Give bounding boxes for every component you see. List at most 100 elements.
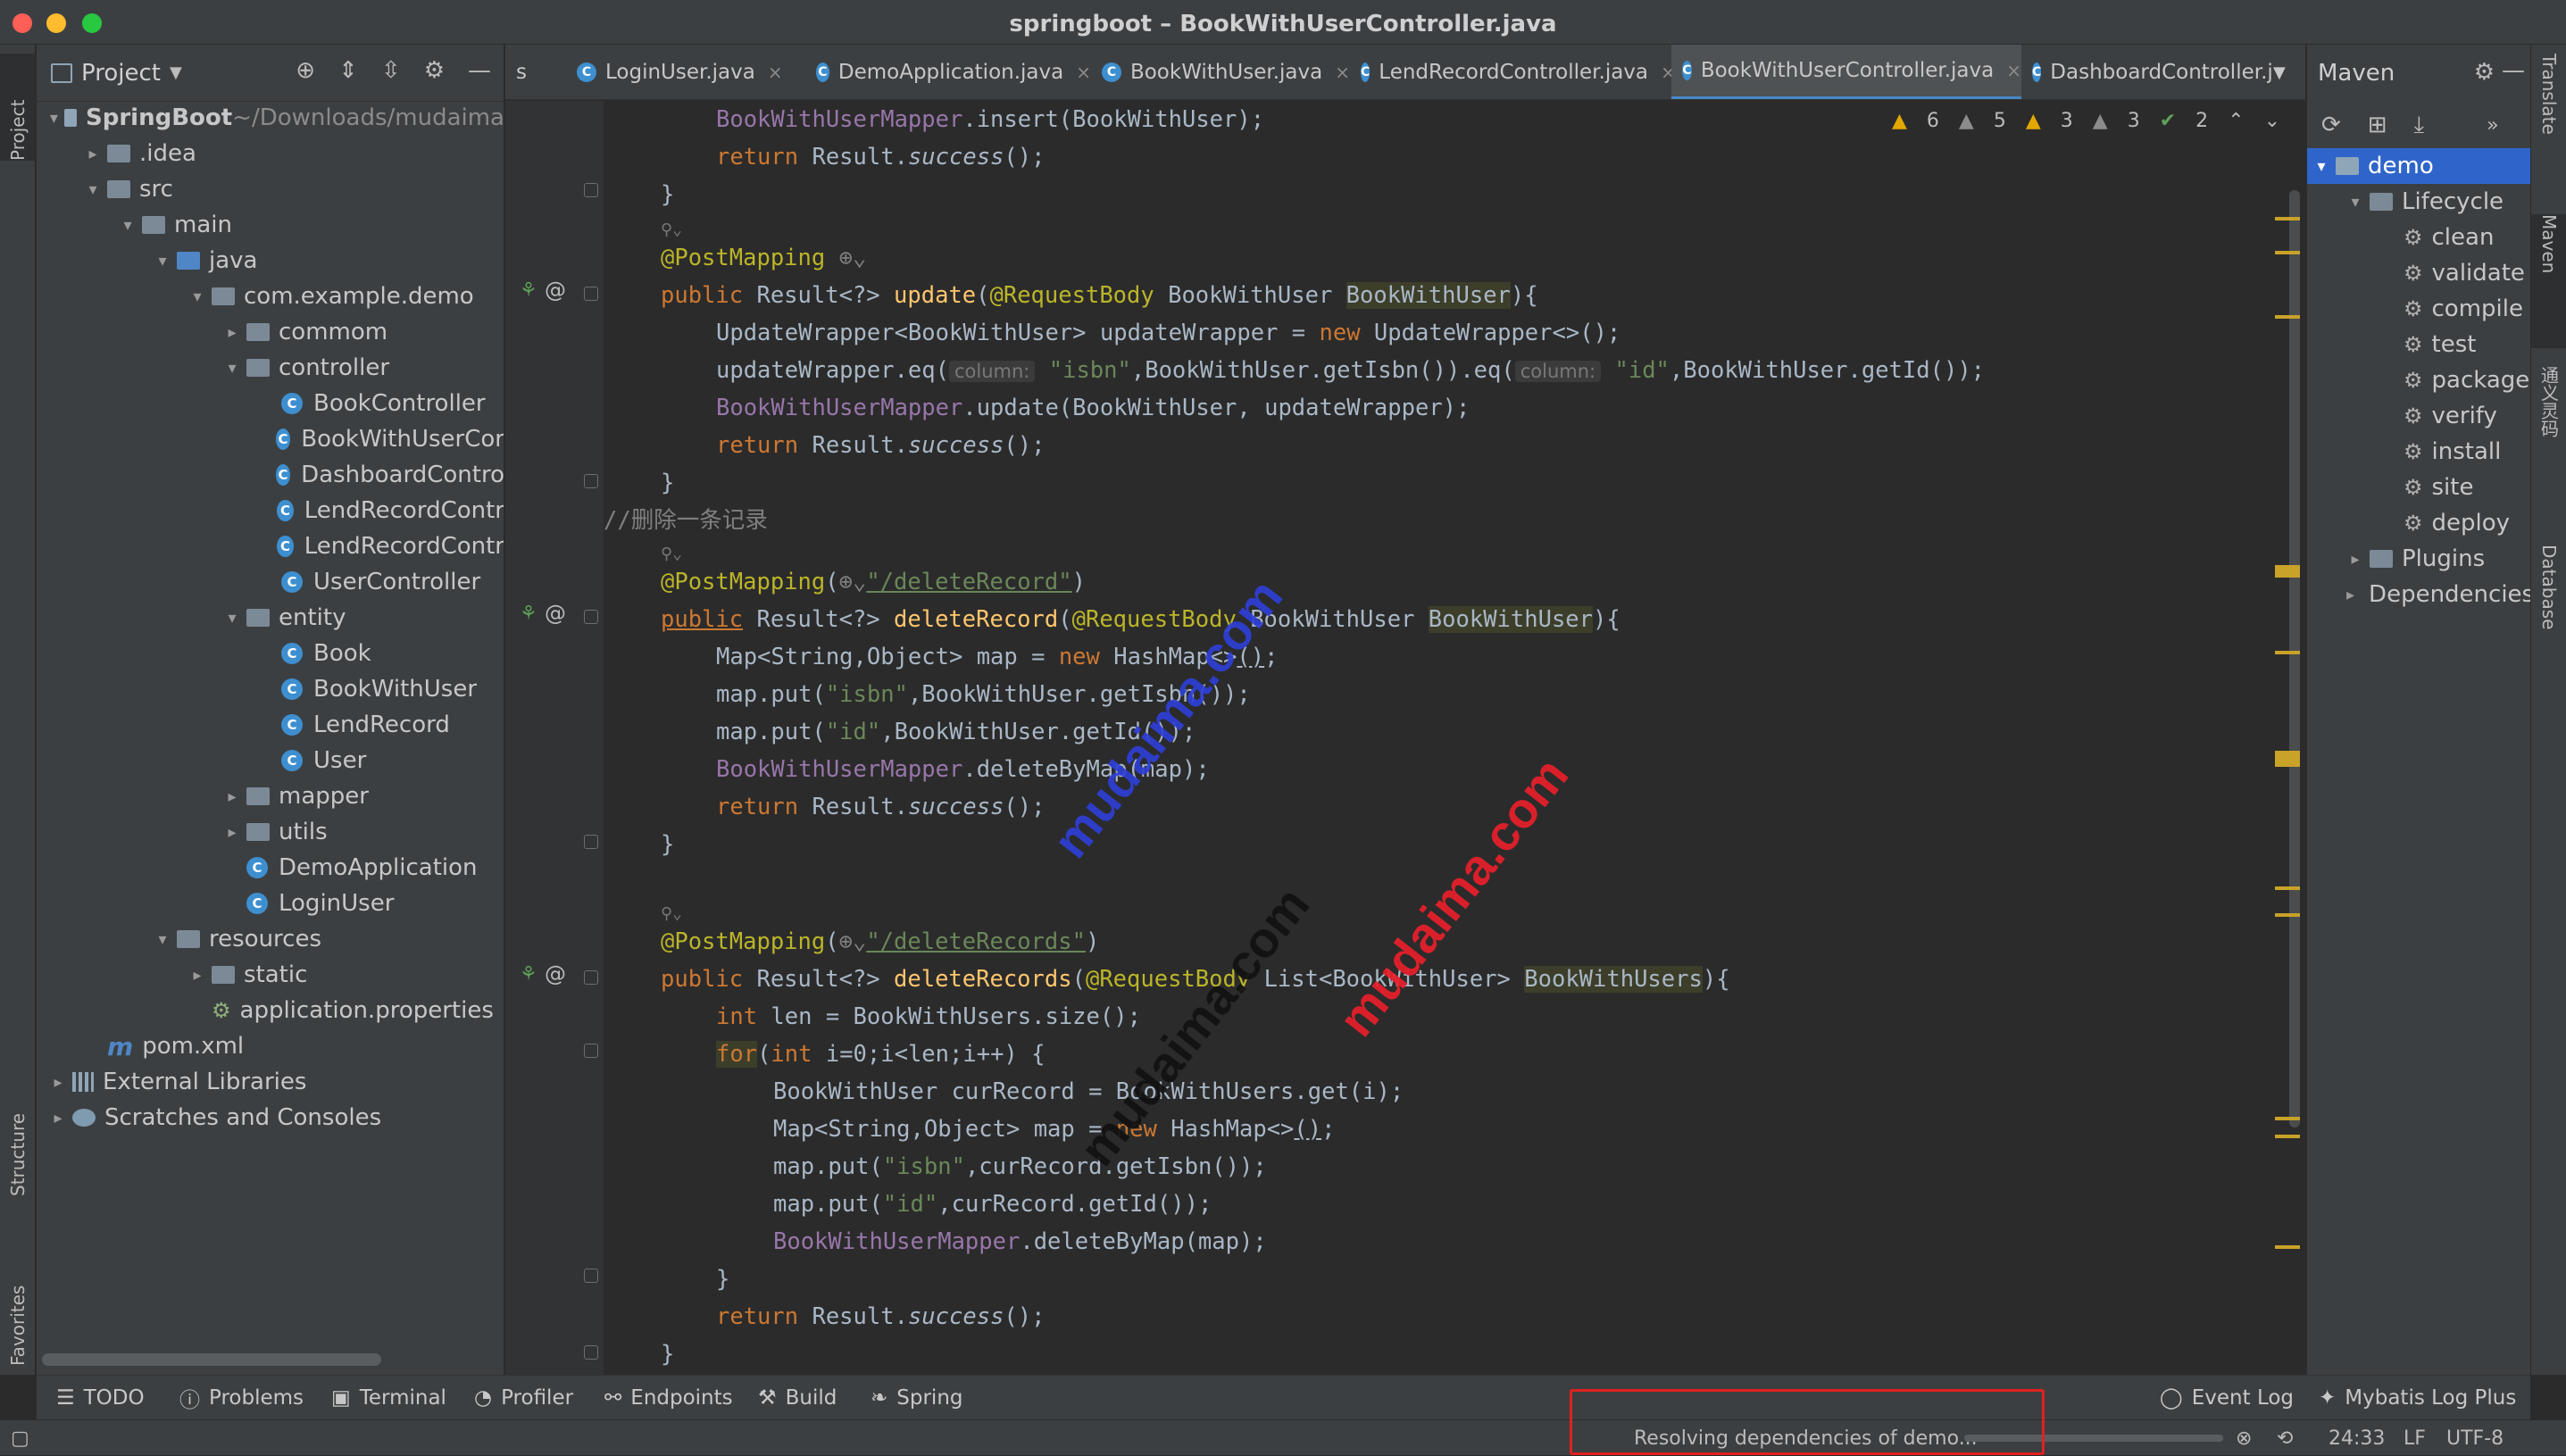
error-stripe[interactable] [2275,1135,2300,1138]
tab-demoapplication[interactable]: C DemoApplication.java × [805,45,1091,99]
expand-all-icon[interactable]: ⇕ [338,57,358,84]
tree-item[interactable]: ▸ static [37,957,504,993]
chevron-up-icon[interactable]: ⌃ [2228,110,2244,132]
close-icon[interactable]: × [1335,62,1350,83]
tree-item[interactable]: C Book [37,636,504,671]
reload-icon[interactable]: ⟳ [2321,112,2341,138]
tree-item[interactable]: ▸ Scratches and Consoles [37,1100,504,1136]
close-icon[interactable]: × [1076,62,1091,83]
maven-tree-item[interactable]: ⚙ deploy [2307,505,2530,541]
error-stripe[interactable] [2275,751,2300,767]
error-stripe[interactable] [2275,217,2300,220]
file-encoding[interactable]: UTF-8 [2446,1420,2504,1456]
spring-tool-button[interactable]: ❧ Spring [871,1376,963,1420]
maven-tree-item[interactable]: ▾ Lifecycle [2307,184,2530,220]
close-icon[interactable]: × [2006,60,2021,81]
chevron-icon[interactable]: ▾ [154,252,171,270]
fold-marker[interactable] [584,474,598,488]
tree-item[interactable]: C BookWithUser [37,671,504,707]
fold-marker[interactable] [584,183,598,197]
gear-icon[interactable]: ⚙ [2474,59,2495,86]
chevron-icon[interactable]: ▾ [223,609,241,628]
maven-tree-item[interactable]: ▾ demo [2307,148,2530,184]
chevron-icon[interactable]: ▸ [223,823,241,842]
project-view-selector[interactable]: Project [81,60,161,87]
translate-tool-tab[interactable]: Translate [2531,54,2566,179]
tree-item[interactable]: C DashboardContro [37,457,504,493]
tab-bookwithusercontroller[interactable]: C BookWithUserController.java × [1671,45,2021,99]
maven-tool-tab[interactable]: Maven [2531,214,2566,348]
fold-marker[interactable] [584,1044,598,1058]
locate-icon[interactable]: ⊕ [296,57,315,84]
chevron-icon[interactable]: ▸ [2346,586,2354,604]
chevron-icon[interactable]: ▸ [49,1073,67,1092]
tree-item[interactable]: ▾ java [37,243,504,279]
bean-icon[interactable]: ⚘ [520,963,537,986]
hide-icon[interactable]: — [468,57,491,84]
chevron-icon[interactable]: ▾ [49,109,59,128]
plugin-tool-tab[interactable]: 通义灵码 [2531,366,2566,509]
structure-tool-tab[interactable]: Structure [0,1071,36,1196]
todo-tool-button[interactable]: ☰ TODO [56,1376,145,1420]
fold-marker[interactable] [584,970,598,985]
tree-item[interactable]: C LendRecordContr [37,528,504,564]
add-project-icon[interactable]: ⊞ [2368,112,2387,138]
maven-tree-item[interactable]: ⚙ site [2307,470,2530,505]
build-tool-button[interactable]: ⚒ Build [758,1376,837,1420]
chevron-icon[interactable]: ▾ [2346,193,2364,212]
chevron-icon[interactable]: ▾ [84,180,102,199]
fold-marker[interactable] [584,1345,598,1360]
chevron-icon[interactable]: ▾ [154,930,171,949]
tree-item[interactable]: C DemoApplication [37,850,504,886]
caret-position[interactable]: 24:33 [2329,1420,2385,1456]
tab-dashboardcontroller[interactable]: C DashboardController.j [2021,45,2273,99]
error-stripe[interactable] [2275,565,2300,578]
more-icon[interactable]: » [2487,114,2498,137]
profiler-tool-button[interactable]: ◔ Profiler [474,1376,573,1420]
tree-item[interactable]: ▾ controller [37,350,504,386]
maven-tree-item[interactable]: ⚙ install [2307,434,2530,470]
chevron-icon[interactable]: ▸ [223,323,241,342]
chevron-icon[interactable]: ▾ [188,287,206,306]
tree-item[interactable]: C LoginUser [37,886,504,921]
tree-item[interactable]: ▾ entity [37,600,504,636]
mapping-at-icon[interactable]: @ [545,961,566,986]
chevron-down-icon[interactable]: ⌄ [2264,110,2280,132]
error-stripe[interactable] [2275,315,2300,319]
bean-icon[interactable]: ⚘ [520,603,537,625]
tree-item[interactable]: ▾ src [37,171,504,207]
tree-item[interactable]: C UserController [37,564,504,600]
maven-tree-item[interactable]: ⚙ clean [2307,220,2530,255]
tab-list-chevron[interactable]: ▼ [2270,45,2305,99]
error-stripe[interactable] [2275,886,2300,890]
close-icon[interactable]: × [768,62,783,83]
chevron-down-icon[interactable]: ▼ [2273,63,2286,82]
tree-item[interactable]: ▸ commom [37,314,504,350]
collapse-all-icon[interactable]: ⇳ [381,57,401,84]
chevron-icon[interactable]: ▸ [84,145,102,163]
tab-bookwithuser[interactable]: C BookWithUser.java × [1091,45,1350,99]
chevron-icon[interactable]: ▸ [223,787,241,806]
maven-tree-item[interactable]: ⚙ package [2307,362,2530,398]
chevron-down-icon[interactable]: ▼ [170,63,182,82]
error-stripe[interactable] [2275,251,2300,254]
mapping-at-icon[interactable]: @ [545,601,566,626]
project-horizontal-scrollbar[interactable] [42,1353,381,1366]
mapping-at-icon[interactable]: @ [545,278,566,303]
project-tool-tab[interactable]: Project [0,54,36,161]
code-editor[interactable]: ⚘ @ ⚘ @ ⚘ @ BookWithUserMapper.insert(Bo… [505,101,2305,1375]
hide-icon[interactable]: — [2502,57,2525,84]
chevron-icon[interactable]: ▸ [2346,550,2364,569]
chevron-icon[interactable]: ▾ [223,359,241,378]
tree-item[interactable]: C BookController [37,386,504,421]
cancel-task-icon[interactable]: ⊗ [2236,1420,2252,1456]
maven-tree-item[interactable]: ⚙ test [2307,327,2530,362]
tree-item[interactable]: ▸ utils [37,814,504,850]
event-log-tool-button[interactable]: ◯ Event Log [2160,1376,2294,1420]
error-stripe[interactable] [2275,1117,2300,1120]
task-list-icon[interactable]: ⟲ [2277,1420,2293,1456]
chevron-icon[interactable]: ▾ [119,216,137,235]
error-stripe[interactable] [2275,913,2300,917]
fold-marker[interactable] [584,1269,598,1283]
tree-item[interactable]: ▸ External Libraries [37,1064,504,1100]
